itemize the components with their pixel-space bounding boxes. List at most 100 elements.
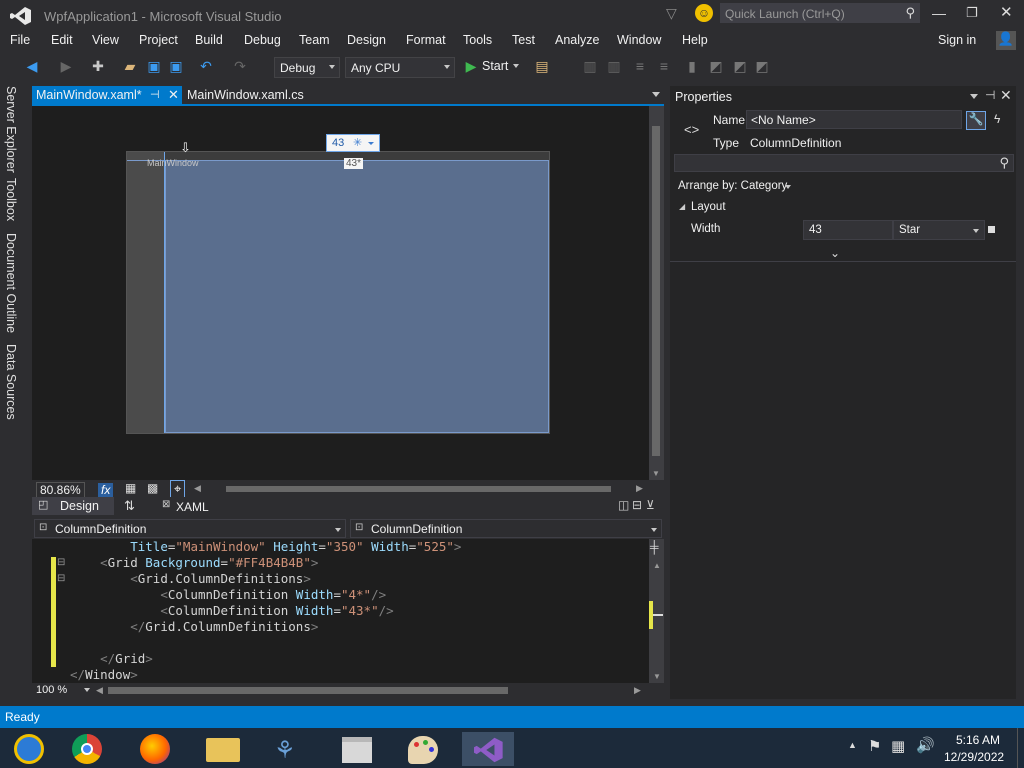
search-icon[interactable]: ⚲	[999, 155, 1009, 171]
chevron-down-icon[interactable]	[368, 142, 374, 145]
code-line[interactable]: <Grid.ColumnDefinitions>	[70, 571, 311, 587]
artboard-background-icon[interactable]: ▩	[147, 481, 158, 495]
tab-server-explorer[interactable]: Server Explorer	[4, 86, 18, 173]
name-input[interactable]: <No Name>	[746, 110, 962, 129]
chevron-down-icon[interactable]	[84, 688, 90, 692]
search-icon[interactable]: ⚲	[905, 5, 915, 21]
horizontal-split-icon[interactable]: ⊟	[632, 498, 642, 512]
grid-column-1[interactable]	[127, 152, 164, 433]
menu-format[interactable]: Format	[406, 33, 446, 47]
scroll-right-icon[interactable]: ▶	[634, 685, 641, 696]
menu-test[interactable]: Test	[512, 33, 535, 47]
prev-bookmark-icon[interactable]: ◩	[708, 58, 724, 74]
scroll-down-icon[interactable]: ▼	[652, 469, 660, 478]
tab-document-outline[interactable]: Document Outline	[4, 233, 18, 333]
designer-vertical-scrollbar[interactable]: ▼	[649, 106, 664, 480]
tab-mainwindow-xaml-cs[interactable]: MainWindow.xaml.cs	[183, 86, 323, 104]
clock-time[interactable]: 5:16 AM	[956, 733, 1000, 747]
taskbar-app-visual-studio[interactable]	[462, 732, 514, 766]
clear-bookmarks-icon[interactable]: ◩	[754, 58, 770, 74]
close-panel-icon[interactable]: ✕	[1000, 87, 1012, 104]
code-line[interactable]: </Window>	[70, 667, 138, 683]
pin-icon[interactable]: ⊣	[150, 88, 160, 101]
network-icon[interactable]: ▦	[891, 737, 905, 755]
tab-overflow-dropdown-icon[interactable]	[652, 92, 660, 97]
taskbar-app-paint[interactable]	[396, 732, 448, 766]
split-editor-icon[interactable]: ╪	[650, 540, 659, 554]
code-line[interactable]: <ColumnDefinition Width="4*"/>	[70, 587, 386, 603]
star-sizing-icon[interactable]: ✳	[353, 136, 362, 149]
back-icon[interactable]: ◀	[24, 58, 40, 74]
category-layout[interactable]: Layout	[691, 201, 726, 213]
menu-project[interactable]: Project	[139, 33, 178, 47]
xaml-code-editor[interactable]: ⊟ ⊟ Title="MainWindow" Height="350" Widt…	[32, 539, 649, 683]
menu-tools[interactable]: Tools	[463, 33, 492, 47]
new-project-icon[interactable]: ✚	[90, 58, 106, 74]
taskbar-app-firefox[interactable]	[128, 732, 180, 766]
pin-icon[interactable]: ⊣	[985, 88, 995, 102]
chevron-down-icon[interactable]	[513, 64, 519, 68]
find-in-files-icon[interactable]: ▤	[534, 58, 550, 74]
close-tab-icon[interactable]: ✕	[168, 87, 179, 103]
open-folder-icon[interactable]: ▰	[122, 58, 138, 74]
scroll-thumb[interactable]	[652, 126, 660, 456]
quick-launch-box[interactable]: Quick Launch (Ctrl+Q) ⚲	[720, 3, 920, 23]
menu-help[interactable]: Help	[682, 33, 708, 47]
expand-category-icon[interactable]: ◢	[679, 202, 685, 211]
chevron-down-icon[interactable]	[785, 185, 791, 189]
close-icon[interactable]: ✕	[1000, 3, 1013, 21]
menu-team[interactable]: Team	[299, 33, 330, 47]
menu-analyze[interactable]: Analyze	[555, 33, 599, 47]
snap-to-gridlines-icon[interactable]: ⌖	[170, 480, 186, 498]
properties-wrench-icon[interactable]: 🔧	[966, 111, 986, 130]
code-line[interactable]: <Grid Background="#FF4B4B4B">	[70, 555, 318, 571]
xaml-tab[interactable]: ⊠ XAML	[162, 497, 222, 515]
vertical-split-icon[interactable]: ◫	[618, 498, 629, 512]
scroll-track[interactable]	[652, 573, 661, 667]
scroll-up-icon[interactable]: ▲	[653, 561, 661, 570]
column-divider[interactable]	[164, 152, 165, 433]
scroll-left-icon[interactable]: ◀	[194, 483, 201, 494]
zoom-dropdown[interactable]: 80.86%	[36, 482, 85, 498]
left-element-dropdown[interactable]: ⊡ ColumnDefinition	[34, 519, 346, 538]
menu-file[interactable]: File	[10, 33, 30, 47]
scroll-right-icon[interactable]: ▶	[636, 483, 643, 494]
sign-in-link[interactable]: Sign in	[938, 33, 976, 47]
show-desktop-button[interactable]	[1017, 728, 1024, 768]
save-icon[interactable]: ▣	[146, 58, 162, 74]
next-bookmark-icon[interactable]: ◩	[732, 58, 748, 74]
taskbar-app-store[interactable]	[330, 732, 382, 766]
action-center-flag-icon[interactable]: ⚑	[868, 737, 881, 755]
right-element-dropdown[interactable]: ⊡ ColumnDefinition	[350, 519, 662, 538]
menu-edit[interactable]: Edit	[51, 33, 73, 47]
solution-platform-dropdown[interactable]: Any CPU	[345, 57, 455, 78]
show-advanced-chevron-icon[interactable]: ⌄	[830, 246, 840, 260]
minimize-icon[interactable]: —	[932, 5, 946, 21]
horizontal-scroll-thumb[interactable]	[226, 486, 611, 492]
solution-configuration-dropdown[interactable]: Debug	[274, 57, 340, 78]
start-button[interactable]: Start	[482, 59, 508, 73]
arrange-by-dropdown[interactable]: Arrange by: Category	[678, 180, 787, 192]
undo-icon[interactable]: ↶	[198, 58, 214, 74]
code-line[interactable]: </Grid>	[70, 651, 153, 667]
feedback-smiley-icon[interactable]: ☺	[695, 4, 713, 22]
column-size-popup[interactable]: 43 ✳	[326, 134, 380, 152]
tab-data-sources[interactable]: Data Sources	[4, 344, 18, 420]
collapse-columndefinitions-icon[interactable]: ⊟	[57, 573, 65, 584]
width-unit-dropdown[interactable]: Star	[893, 220, 985, 240]
show-hidden-icons-chevron[interactable]: ▲	[848, 740, 857, 750]
effects-toggle-icon[interactable]: fx	[98, 483, 114, 497]
account-avatar-icon[interactable]: 👤	[996, 31, 1016, 50]
property-search-input[interactable]: ⚲	[674, 154, 1014, 172]
grid-toggle-icon[interactable]: ▦	[125, 481, 136, 495]
restore-icon[interactable]: ❐	[966, 5, 978, 21]
outdent-icon[interactable]: ≡	[656, 58, 672, 74]
scroll-down-icon[interactable]: ▼	[653, 672, 661, 681]
swap-panes-icon[interactable]: ⇅	[124, 498, 135, 514]
menu-window[interactable]: Window	[617, 33, 661, 47]
code-vertical-scrollbar[interactable]: ╪ ▲ ▼	[649, 539, 664, 683]
taskbar-app-chrome[interactable]	[60, 732, 112, 766]
redo-icon[interactable]: ↷	[232, 58, 248, 74]
menu-debug[interactable]: Debug	[244, 33, 281, 47]
window-preview[interactable]: MainWindow	[126, 151, 550, 434]
